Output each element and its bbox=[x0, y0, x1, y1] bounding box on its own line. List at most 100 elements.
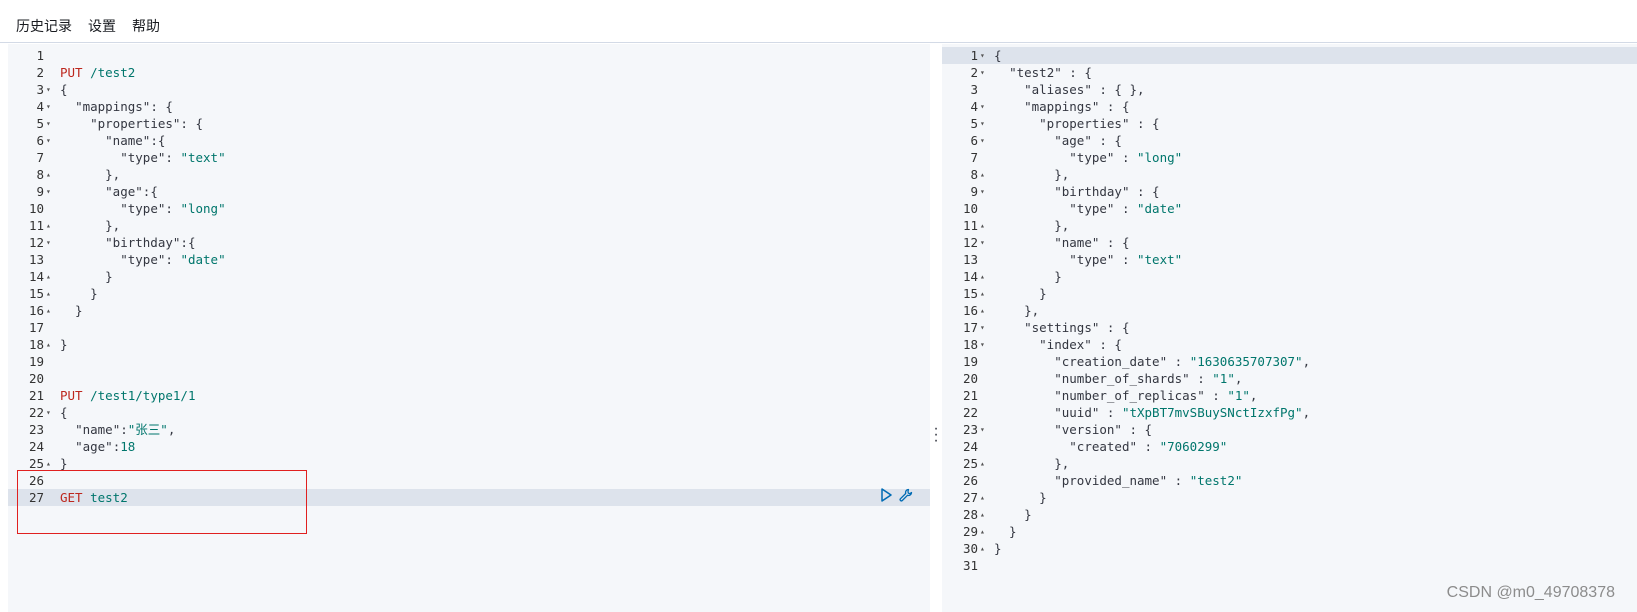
fold-toggle-icon[interactable]: ▾ bbox=[46, 115, 51, 132]
fold-toggle-icon[interactable]: ▴ bbox=[980, 540, 985, 557]
response-line[interactable]: 6 ▾ "age" : { bbox=[942, 132, 1637, 149]
fold-toggle-icon[interactable]: ▴ bbox=[46, 302, 51, 319]
fold-toggle-icon[interactable]: ▾ bbox=[980, 47, 985, 64]
response-line[interactable]: 18 ▾ "index" : { bbox=[942, 336, 1637, 353]
request-line[interactable]: 2 PUT /test2 bbox=[8, 64, 930, 81]
fold-toggle-icon[interactable]: ▴ bbox=[980, 455, 985, 472]
response-line[interactable]: 26 "provided_name" : "test2" bbox=[942, 472, 1637, 489]
fold-toggle-icon[interactable]: ▾ bbox=[46, 234, 51, 251]
fold-toggle-icon[interactable]: ▾ bbox=[46, 183, 51, 200]
response-line[interactable]: 30 ▴} bbox=[942, 540, 1637, 557]
response-line[interactable]: 25 ▴ }, bbox=[942, 455, 1637, 472]
request-line[interactable]: 13 "type": "date" bbox=[8, 251, 930, 268]
request-line[interactable]: 1 bbox=[8, 47, 930, 64]
response-line[interactable]: 22 "uuid" : "tXpBT7mvSBuySNctIzxfPg", bbox=[942, 404, 1637, 421]
fold-toggle-icon[interactable]: ▴ bbox=[980, 166, 985, 183]
response-line[interactable]: 28 ▴ } bbox=[942, 506, 1637, 523]
fold-toggle-icon[interactable]: ▾ bbox=[980, 183, 985, 200]
response-line[interactable]: 24 "created" : "7060299" bbox=[942, 438, 1637, 455]
request-editor[interactable]: 1 2 PUT /test2 3 ▾{4 ▾ "mappings": {5 ▾ "prope… bbox=[8, 44, 930, 612]
fold-toggle-icon[interactable]: ▴ bbox=[46, 336, 51, 353]
fold-toggle-icon[interactable]: ▾ bbox=[980, 64, 985, 81]
fold-toggle-icon[interactable]: ▾ bbox=[980, 421, 985, 438]
pane-splitter[interactable] bbox=[930, 44, 942, 612]
response-line[interactable]: 29 ▴ } bbox=[942, 523, 1637, 540]
request-line[interactable]: 25 ▴} bbox=[8, 455, 930, 472]
fold-toggle-icon[interactable]: ▴ bbox=[46, 455, 51, 472]
fold-toggle-icon[interactable]: ▾ bbox=[980, 132, 985, 149]
request-line[interactable]: 6 ▾ "name":{ bbox=[8, 132, 930, 149]
response-line[interactable]: 10 "type" : "date" bbox=[942, 200, 1637, 217]
response-line[interactable]: 15 ▴ } bbox=[942, 285, 1637, 302]
request-line[interactable]: 21 PUT /test1/type1/1 bbox=[8, 387, 930, 404]
response-line[interactable]: 13 "type" : "text" bbox=[942, 251, 1637, 268]
response-line[interactable]: 14 ▴ } bbox=[942, 268, 1637, 285]
request-line[interactable]: 12 ▾ "birthday":{ bbox=[8, 234, 930, 251]
request-line[interactable]: 18 ▴} bbox=[8, 336, 930, 353]
request-line[interactable]: 4 ▾ "mappings": { bbox=[8, 98, 930, 115]
request-line[interactable]: 8 ▴ }, bbox=[8, 166, 930, 183]
request-line[interactable]: 23 "name":"张三", bbox=[8, 421, 930, 438]
response-line[interactable]: 27 ▴ } bbox=[942, 489, 1637, 506]
fold-toggle-icon[interactable]: ▴ bbox=[46, 285, 51, 302]
fold-toggle-icon[interactable]: ▴ bbox=[980, 523, 985, 540]
request-line[interactable]: 17 bbox=[8, 319, 930, 336]
response-line[interactable]: 16 ▴ }, bbox=[942, 302, 1637, 319]
fold-toggle-icon[interactable]: ▾ bbox=[46, 81, 51, 98]
response-line[interactable]: 11 ▴ }, bbox=[942, 217, 1637, 234]
fold-toggle-icon[interactable]: ▴ bbox=[980, 302, 985, 319]
response-line[interactable]: 17 ▾ "settings" : { bbox=[942, 319, 1637, 336]
fold-toggle-icon[interactable]: ▾ bbox=[980, 234, 985, 251]
response-viewer[interactable]: 1 ▾{2 ▾ "test2" : {3 "aliases" : { }, 4 ▾ "m… bbox=[942, 44, 1637, 612]
request-line[interactable]: 5 ▾ "properties": { bbox=[8, 115, 930, 132]
fold-toggle-icon[interactable]: ▾ bbox=[980, 336, 985, 353]
request-line[interactable]: 11 ▴ }, bbox=[8, 217, 930, 234]
response-line[interactable]: 4 ▾ "mappings" : { bbox=[942, 98, 1637, 115]
fold-toggle-icon[interactable]: ▴ bbox=[980, 268, 985, 285]
fold-toggle-icon[interactable]: ▾ bbox=[46, 132, 51, 149]
response-line[interactable]: 3 "aliases" : { }, bbox=[942, 81, 1637, 98]
response-line[interactable]: 9 ▾ "birthday" : { bbox=[942, 183, 1637, 200]
response-line[interactable]: 21 "number_of_replicas" : "1", bbox=[942, 387, 1637, 404]
fold-toggle-icon[interactable]: ▴ bbox=[46, 217, 51, 234]
menu-help[interactable]: 帮助 bbox=[132, 16, 160, 36]
menu-history[interactable]: 历史记录 bbox=[16, 16, 72, 36]
request-line[interactable]: 20 bbox=[8, 370, 930, 387]
response-line[interactable]: 19 "creation_date" : "1630635707307", bbox=[942, 353, 1637, 370]
splitter-handle-icon[interactable]: · · · bbox=[931, 421, 941, 449]
response-line[interactable]: 2 ▾ "test2" : { bbox=[942, 64, 1637, 81]
response-line[interactable]: 5 ▾ "properties" : { bbox=[942, 115, 1637, 132]
fold-toggle-icon[interactable]: ▾ bbox=[46, 404, 51, 421]
fold-toggle-icon[interactable]: ▾ bbox=[980, 115, 985, 132]
fold-toggle-icon[interactable]: ▴ bbox=[46, 166, 51, 183]
fold-toggle-icon[interactable]: ▾ bbox=[980, 319, 985, 336]
response-line[interactable]: 31 bbox=[942, 557, 1637, 574]
play-icon[interactable] bbox=[878, 487, 894, 503]
request-line[interactable]: 27 GET test2 bbox=[8, 489, 930, 506]
fold-toggle-icon[interactable]: ▾ bbox=[980, 98, 985, 115]
response-line[interactable]: 12 ▾ "name" : { bbox=[942, 234, 1637, 251]
response-line[interactable]: 8 ▴ }, bbox=[942, 166, 1637, 183]
request-line[interactable]: 24 "age":18 bbox=[8, 438, 930, 455]
fold-toggle-icon[interactable]: ▴ bbox=[980, 285, 985, 302]
request-line[interactable]: 15 ▴ } bbox=[8, 285, 930, 302]
request-line[interactable]: 26 bbox=[8, 472, 930, 489]
fold-toggle-icon[interactable]: ▴ bbox=[46, 268, 51, 285]
response-line[interactable]: 23 ▾ "version" : { bbox=[942, 421, 1637, 438]
wrench-icon[interactable] bbox=[898, 487, 914, 503]
response-line[interactable]: 20 "number_of_shards" : "1", bbox=[942, 370, 1637, 387]
request-line[interactable]: 3 ▾ { bbox=[8, 81, 930, 98]
fold-toggle-icon[interactable]: ▾ bbox=[46, 98, 51, 115]
request-line[interactable]: 22 ▾ { bbox=[8, 404, 930, 421]
request-line[interactable]: 16 ▴ } bbox=[8, 302, 930, 319]
request-line[interactable]: 10 "type": "long" bbox=[8, 200, 930, 217]
request-line[interactable]: 9 ▾ "age":{ bbox=[8, 183, 930, 200]
response-line[interactable]: 1 ▾ { bbox=[942, 47, 1637, 64]
fold-toggle-icon[interactable]: ▴ bbox=[980, 217, 985, 234]
request-line[interactable]: 7 "type": "text" bbox=[8, 149, 930, 166]
menu-settings[interactable]: 设置 bbox=[88, 16, 116, 36]
response-line[interactable]: 7 "type" : "long" bbox=[942, 149, 1637, 166]
fold-toggle-icon[interactable]: ▴ bbox=[980, 506, 985, 523]
request-line[interactable]: 14 ▴ } bbox=[8, 268, 930, 285]
fold-toggle-icon[interactable]: ▴ bbox=[980, 489, 985, 506]
